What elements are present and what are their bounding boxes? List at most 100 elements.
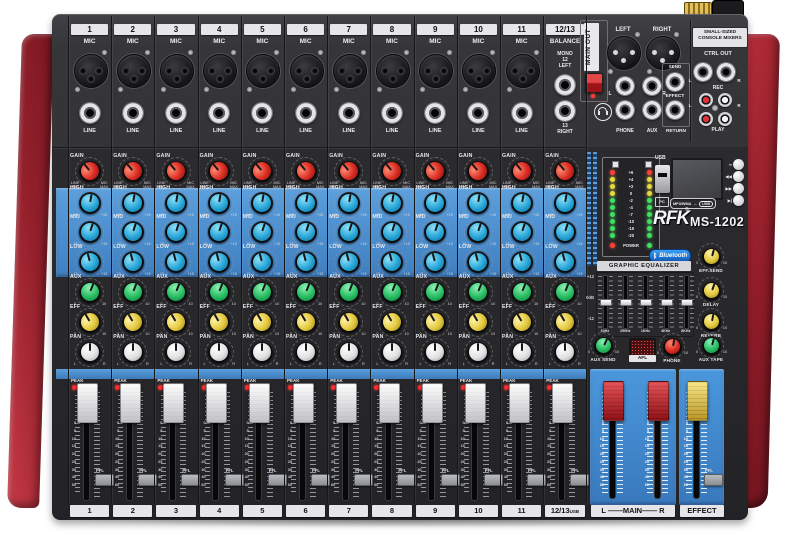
channel-3-fader-strip: PEAK0510152025304060PFL: [154, 375, 197, 505]
fader-scale-value: 15: [158, 444, 162, 448]
main-out-right-jack: [642, 76, 662, 96]
knob-bezel: [702, 336, 721, 355]
fader-scale-value: 25: [72, 460, 76, 464]
fader-scale-value: 25: [374, 460, 378, 464]
aux-send-knob[interactable]: [591, 333, 615, 357]
fader-scale-value: 10: [245, 437, 249, 441]
fader-scale-value: 40: [684, 475, 688, 479]
knob-scale-max: +15: [228, 242, 240, 246]
knob-bezel: [381, 281, 403, 303]
previous-button-icon: ◀◀: [719, 174, 732, 179]
channel-6-aux-label: AUX: [286, 274, 298, 280]
eq-band-cap[interactable]: [661, 299, 673, 306]
channel-6-fader-cap[interactable]: [293, 383, 314, 423]
knob-scale-max: +15: [357, 272, 369, 276]
knob-bezel: [122, 311, 144, 333]
channel-1-fader-cap[interactable]: [77, 383, 98, 423]
channel-10-fader-cap[interactable]: [465, 383, 486, 423]
main-left-fader-cap[interactable]: [603, 381, 624, 421]
main-right-fader-cap[interactable]: [648, 381, 669, 421]
effect-fader-cap[interactable]: [687, 381, 708, 421]
repeat-button[interactable]: [733, 159, 744, 170]
knob-rotor: [122, 251, 144, 273]
channel-4-fader-cap[interactable]: [206, 383, 227, 423]
channel-2-low-label: LOW: [113, 244, 126, 250]
knob-scale-max: +15: [98, 213, 110, 217]
channel-5-fader-cap[interactable]: [249, 383, 270, 423]
channel-3-input-strip: 3MICLINE: [154, 15, 197, 147]
line-label: LINE: [500, 129, 543, 135]
knob-scale-max: R: [401, 362, 413, 366]
previous-button[interactable]: [733, 171, 744, 182]
graphic-equalizer-title: GRAPHIC EQUALIZER: [597, 261, 691, 271]
knob-scale-max: R: [487, 362, 499, 366]
effect-pfl-button[interactable]: [704, 474, 723, 486]
channel-1-mid-label: MID: [70, 214, 80, 220]
next-button[interactable]: [733, 183, 744, 194]
media-display: [671, 158, 723, 200]
channel-7-fader-cap[interactable]: [336, 383, 357, 423]
strip-separator: [198, 16, 199, 503]
line-jack: [381, 102, 403, 124]
knob-bezel: [511, 192, 533, 214]
fader-scale-value: 25: [547, 460, 551, 464]
eq-band-cap[interactable]: [620, 299, 632, 306]
deco-bar: [587, 152, 591, 266]
channel-2-fader-cap[interactable]: [120, 383, 141, 423]
channel-11-fader-cap[interactable]: [509, 383, 530, 423]
knob-scale-max: +15: [314, 242, 326, 246]
fader-scale-value: 20: [374, 452, 378, 456]
phone-knob[interactable]: [660, 334, 684, 358]
knob-pointer: [175, 343, 177, 351]
channel-10-fader-strip: PEAK0510152025304060PFL: [457, 375, 500, 505]
knob-rotor: [340, 343, 358, 361]
knob-bezel: [295, 311, 317, 333]
knob-bezel: [79, 251, 101, 273]
channel-bottom-label: 6: [286, 505, 325, 517]
ctrl-out-right-jack: [716, 62, 736, 82]
fader-scale-value: 60: [115, 483, 119, 487]
phantom-power-switch[interactable]: [585, 73, 603, 93]
knob-scale-max: R: [573, 362, 585, 366]
aux-tape-knob[interactable]: [699, 333, 723, 357]
channel-9-fader-cap[interactable]: [422, 383, 443, 423]
xlr-pin: [131, 76, 137, 82]
channel-9-aux-label: AUX: [416, 274, 428, 280]
fader-scale-value: 0: [376, 421, 378, 425]
knob-bezel: [702, 281, 721, 300]
knob-bezel: [165, 192, 187, 214]
ctrl-out-r-label: R: [735, 79, 743, 84]
knob-scale-max: 10: [401, 302, 413, 306]
channel-8-fader-cap[interactable]: [379, 383, 400, 423]
channel-5-low-label: LOW: [243, 244, 256, 250]
line-jack: [251, 102, 273, 124]
balance-left-jack: [554, 74, 576, 96]
afl-label: AFL: [629, 355, 656, 362]
delay-knob[interactable]: [699, 278, 723, 302]
fader-scale-value: 5: [160, 429, 162, 433]
channel-12-13-fader-cap[interactable]: [552, 383, 573, 423]
channel-11-pan-label: PAN: [502, 334, 513, 340]
xlr-pin: [339, 68, 345, 74]
mic-xlr-connector: [74, 54, 108, 88]
master-knob-label: PHONE: [652, 358, 692, 363]
mic-xlr-connector: [333, 54, 367, 88]
eq-band-cap[interactable]: [640, 299, 652, 306]
eq-band-cap[interactable]: [600, 299, 612, 306]
fader-scale-value: 30: [158, 468, 162, 472]
knob-rotor: [468, 193, 489, 214]
eff-send-knob[interactable]: [699, 244, 723, 268]
knob-scale-max: 10: [271, 332, 283, 336]
fader-scale-value: 60: [158, 483, 162, 487]
knob-scale-max: R: [228, 362, 240, 366]
channel-number-label: 1: [71, 24, 108, 35]
meter-led-right: [647, 205, 652, 210]
knob-bezel: [122, 192, 144, 214]
knob-scale-max: R: [271, 362, 283, 366]
play-label: PLAY: [692, 128, 744, 133]
channel-3-fader-cap[interactable]: [163, 383, 184, 423]
reverb-knob[interactable]: [699, 309, 723, 333]
play-pause-button[interactable]: [733, 195, 744, 206]
knob-cap: [165, 251, 187, 273]
channel-bottom-label: 8: [372, 505, 411, 517]
